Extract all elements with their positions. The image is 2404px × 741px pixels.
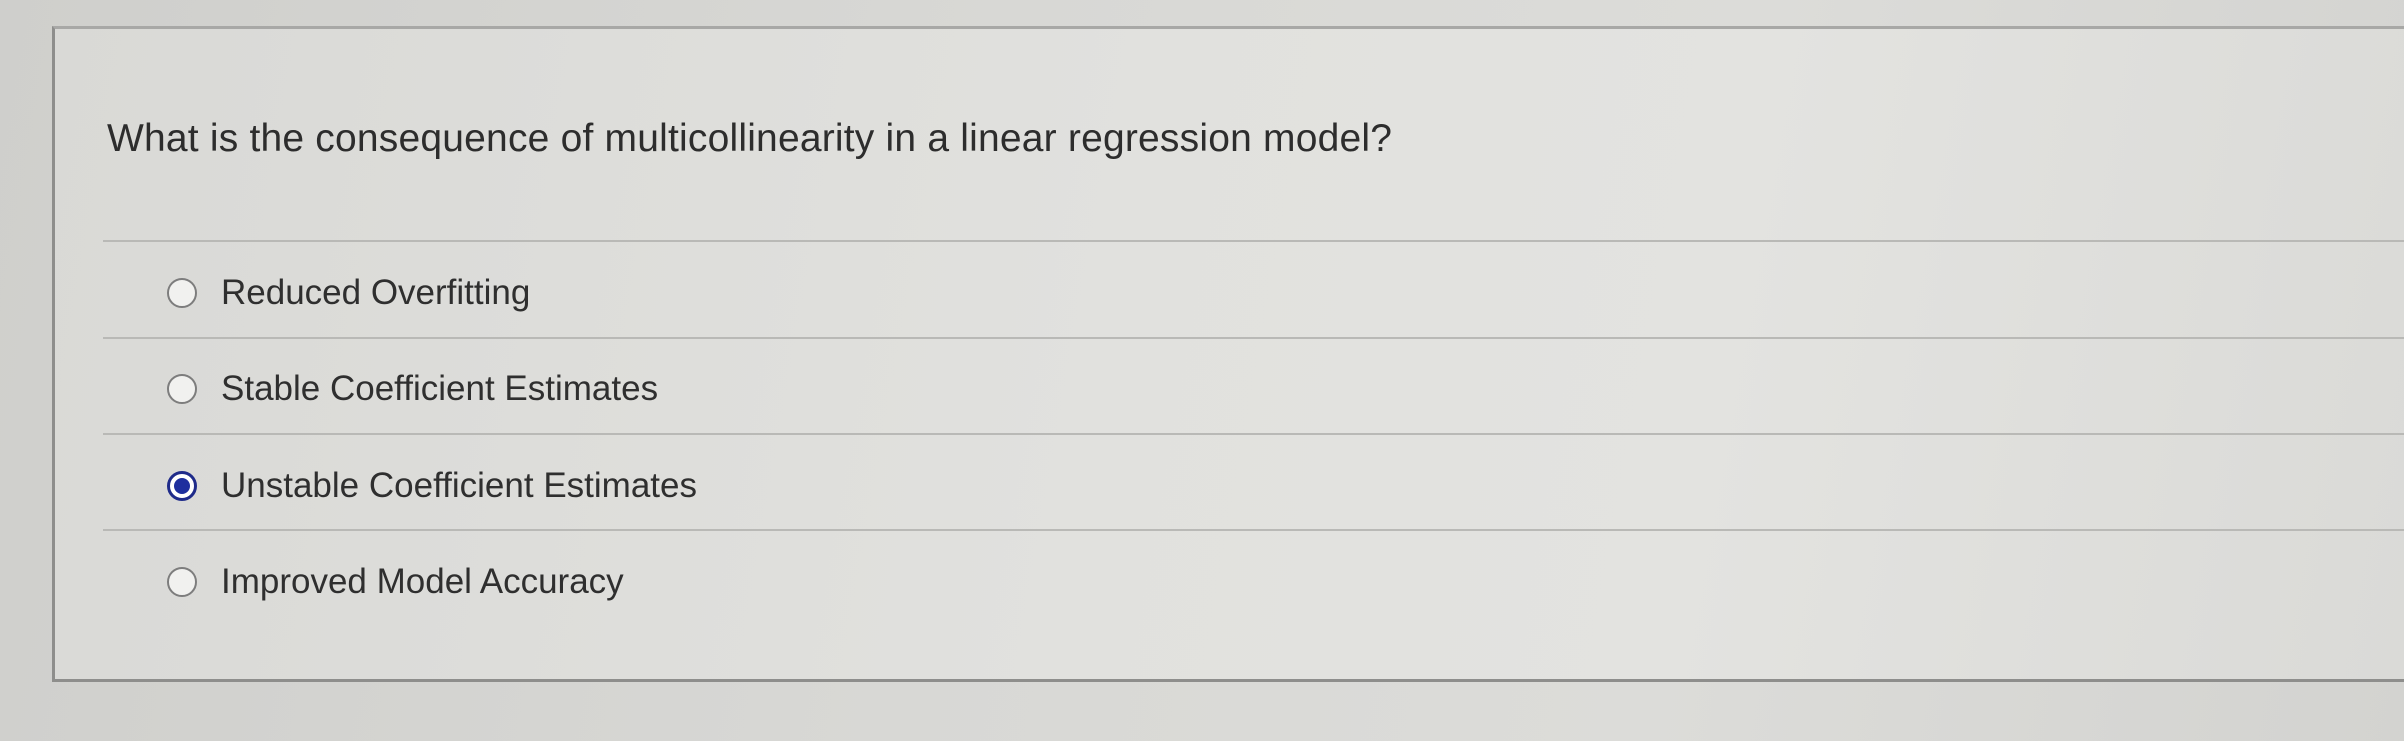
answer-label: Reduced Overfitting — [221, 273, 531, 312]
answer-label: Unstable Coefficient Estimates — [221, 466, 697, 505]
answer-option-improved-model-accuracy[interactable]: Improved Model Accuracy — [107, 547, 2404, 617]
question-text: What is the consequence of multicollinea… — [107, 117, 1393, 160]
radio-button-icon[interactable] — [167, 374, 197, 404]
radio-button-icon[interactable] — [167, 278, 197, 308]
question-divider — [103, 240, 2404, 242]
quiz-page: What is the consequence of multicollinea… — [0, 0, 2404, 741]
selected-radio-button-icon[interactable] — [167, 471, 197, 501]
answer-divider — [103, 529, 2404, 531]
radio-button-icon[interactable] — [167, 567, 197, 597]
answer-divider — [103, 433, 2404, 435]
answer-option-stable-coefficient-estimates[interactable]: Stable Coefficient Estimates — [107, 354, 2404, 424]
answer-label: Improved Model Accuracy — [221, 562, 624, 601]
answer-option-reduced-overfitting[interactable]: Reduced Overfitting — [107, 258, 2404, 328]
question-card: What is the consequence of multicollinea… — [52, 26, 2404, 682]
answer-divider — [103, 337, 2404, 339]
answer-option-unstable-coefficient-estimates[interactable]: Unstable Coefficient Estimates — [107, 451, 2404, 521]
answer-label: Stable Coefficient Estimates — [221, 369, 659, 408]
